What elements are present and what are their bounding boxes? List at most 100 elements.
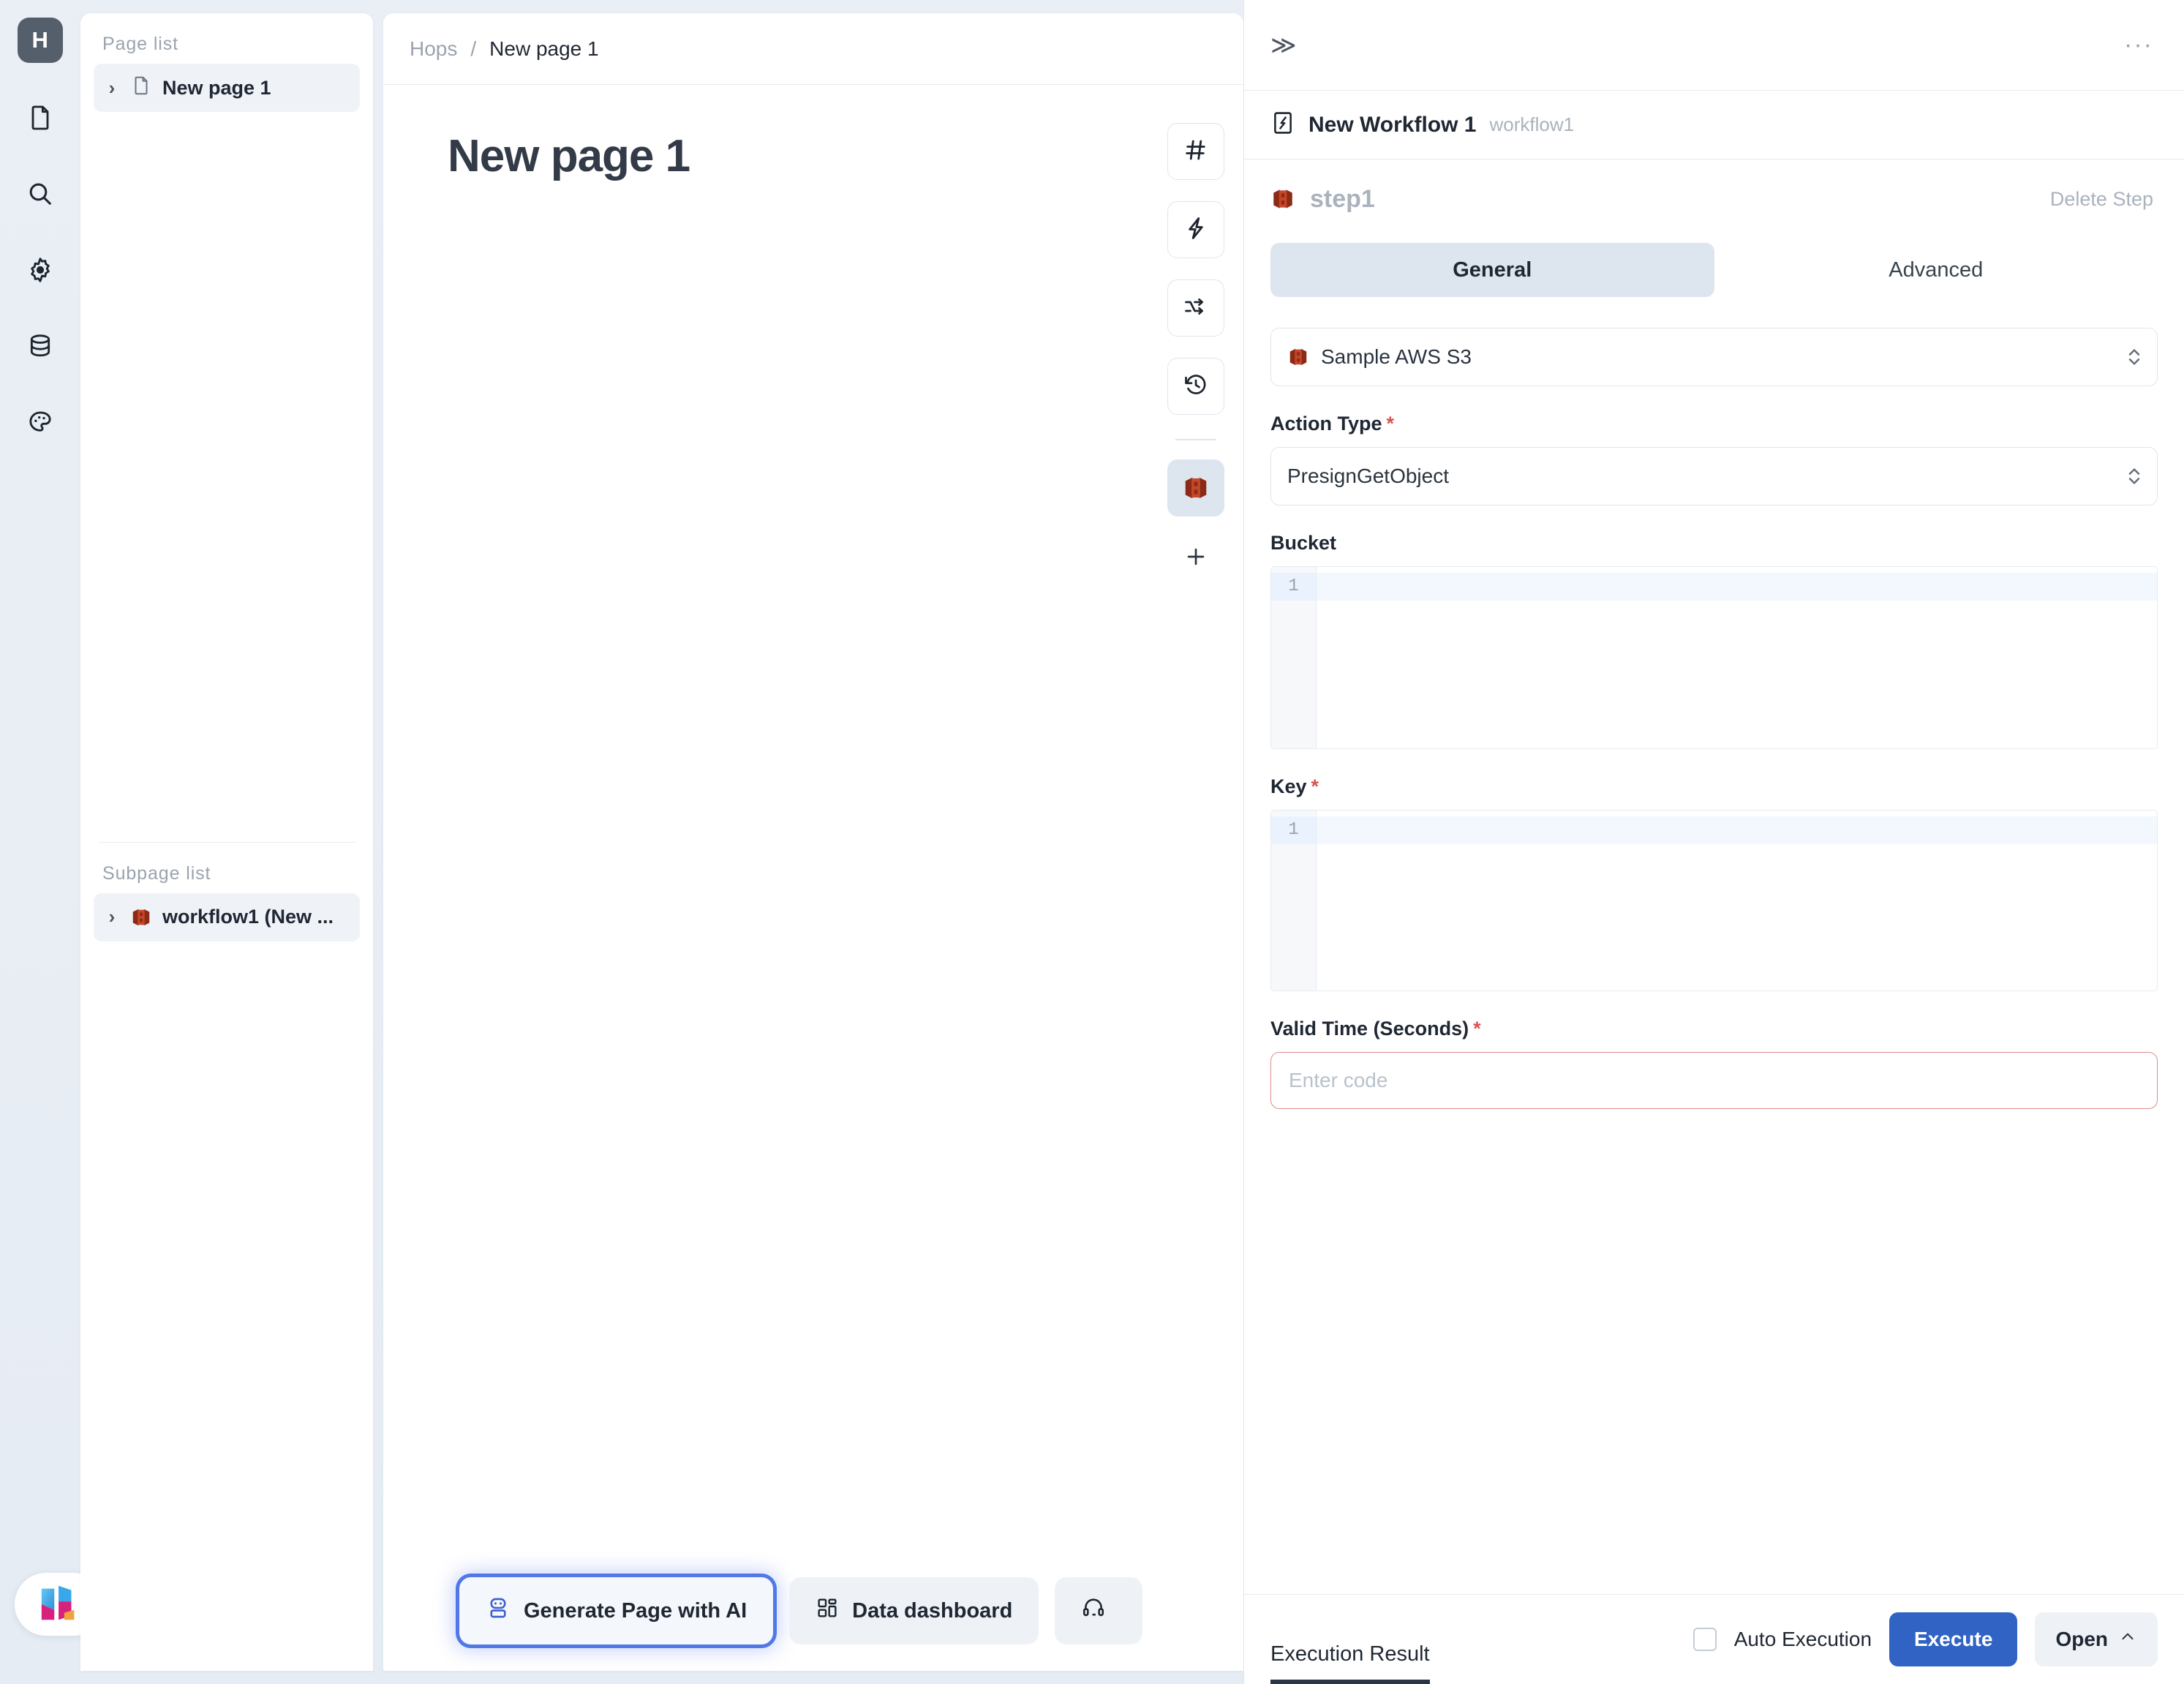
step-identity: step1 [1270, 185, 1375, 214]
open-button[interactable]: Open [2035, 1612, 2158, 1666]
hash-icon [1183, 137, 1209, 167]
app-logo-label: H [31, 27, 49, 53]
key-label-text: Key [1270, 775, 1307, 797]
tool-add-button[interactable] [1167, 538, 1224, 579]
auto-execution-label: Auto Execution [1733, 1628, 1872, 1650]
more-options-button[interactable]: ··· [2124, 32, 2153, 56]
required-asterisk: * [1473, 1018, 1481, 1040]
bucket-line-number: 1 [1271, 573, 1316, 601]
valid-time-input[interactable]: Enter code [1270, 1052, 2158, 1109]
bucket-code-editor[interactable]: 1 [1270, 566, 2158, 749]
generate-page-with-ai-label: Generate Page with AI [524, 1598, 748, 1623]
valid-time-label-text: Valid Time (Seconds) [1270, 1018, 1469, 1040]
left-icon-rail: H [0, 0, 80, 1684]
chevron-right-icon[interactable]: › [104, 906, 120, 928]
file-icon [130, 75, 152, 102]
subpage-list-item-workflow1[interactable]: › workflow1 (New ... [94, 892, 360, 941]
canvas-tool-strip [1167, 123, 1224, 579]
tool-hash-button[interactable] [1167, 123, 1224, 180]
gear-icon [26, 255, 55, 285]
action-type-value: PresignGetObject [1287, 465, 1449, 487]
step-name: step1 [1310, 184, 1375, 213]
auto-execution-checkbox[interactable] [1692, 1628, 1717, 1651]
bucket-label-text: Bucket [1270, 532, 1337, 554]
tool-flow-button[interactable] [1167, 279, 1224, 337]
collapse-panel-button[interactable]: ≫ [1270, 31, 1297, 60]
workflow-inspector-panel: ≫ ··· New Workflow 1 workflow1 step1 Del… [1243, 0, 2184, 1684]
bucket-gutter: 1 [1271, 567, 1317, 748]
chevron-right-icon[interactable]: › [104, 77, 120, 99]
bucket-code-area[interactable] [1317, 567, 2157, 748]
rail-item-settings[interactable] [16, 246, 64, 294]
tool-events-button[interactable] [1167, 201, 1224, 258]
inspector-tabs: General Advanced [1270, 243, 2158, 297]
key-line-number: 1 [1271, 816, 1316, 844]
key-gutter: 1 [1271, 811, 1317, 991]
page-title: New page 1 [448, 131, 690, 181]
page-list-item-new-page-1[interactable]: › New page 1 [94, 64, 360, 112]
center-panel: Hops / New page 1 New page 1 Generate Pa… [383, 13, 1243, 1671]
generate-page-with-ai-button[interactable]: Generate Page with AI [455, 1574, 777, 1648]
rail-item-pages[interactable] [16, 94, 64, 142]
workflow-header[interactable]: New Workflow 1 workflow1 [1244, 91, 2184, 159]
tab-general[interactable]: General [1270, 243, 1714, 297]
resource-select-value: Sample AWS S3 [1321, 345, 1472, 368]
action-type-label: Action Type * [1270, 413, 2158, 435]
execute-button[interactable]: Execute [1889, 1612, 2018, 1666]
rail-item-search[interactable] [16, 170, 64, 218]
open-label: Open [2055, 1628, 2108, 1650]
inspector-body: General Advanced Sample AWS S3 Action Ty… [1244, 238, 2184, 1594]
page-list-item-label: New page 1 [162, 76, 271, 99]
tab-general-label: General [1453, 258, 1532, 282]
app-logo-button[interactable]: H [18, 18, 63, 63]
action-type-select[interactable]: PresignGetObject [1270, 447, 2158, 505]
bucket-code-line-1[interactable] [1317, 573, 2157, 601]
breadcrumb: Hops / New page 1 [383, 13, 1243, 85]
key-code-line-1[interactable] [1317, 816, 2157, 844]
required-asterisk: * [1311, 775, 1319, 797]
tab-advanced[interactable]: Advanced [1714, 243, 2158, 297]
subpage-list-spacer [80, 941, 373, 1672]
aws-s3-icon [1182, 474, 1210, 502]
valid-time-label: Valid Time (Seconds) * [1270, 1018, 2158, 1040]
key-label: Key * [1270, 775, 2158, 798]
tool-strip-divider [1175, 439, 1216, 440]
aws-s3-icon [1287, 346, 1309, 368]
support-button[interactable] [1055, 1577, 1143, 1644]
step-header: step1 Delete Step [1244, 159, 2184, 238]
key-code-editor[interactable]: 1 [1270, 810, 2158, 991]
tab-advanced-label: Advanced [1889, 258, 1984, 282]
workflow-id: workflow1 [1489, 113, 1575, 135]
app-root: H Page list › New page 1 Subpage list › … [0, 0, 2184, 1684]
delete-step-button[interactable]: Delete Step [2050, 188, 2153, 211]
chevron-updown-icon [2126, 464, 2142, 489]
execution-result-tab[interactable]: Execution Result [1270, 1642, 1430, 1684]
breadcrumb-root[interactable]: Hops [410, 37, 457, 61]
aws-s3-icon [1270, 187, 1295, 211]
lightning-icon [1183, 215, 1209, 245]
document-icon [26, 103, 55, 132]
dashboard-icon [816, 1596, 839, 1625]
hops-logo-icon [37, 1580, 83, 1629]
execution-footer: Execution Result Auto Execution Execute … [1244, 1595, 2184, 1684]
tool-workflow1-button[interactable] [1167, 459, 1224, 516]
data-dashboard-button[interactable]: Data dashboard [789, 1577, 1039, 1644]
search-icon [26, 179, 55, 208]
shuffle-icon [1183, 293, 1209, 323]
rail-item-theme[interactable] [16, 398, 64, 446]
key-code-area[interactable] [1317, 811, 2157, 991]
history-icon [1183, 372, 1209, 402]
action-type-label-text: Action Type [1270, 413, 1382, 435]
execution-footer-wrapper: Execution Result Auto Execution Execute … [1244, 1594, 2184, 1684]
data-dashboard-label: Data dashboard [852, 1598, 1013, 1623]
resource-select[interactable]: Sample AWS S3 [1270, 328, 2158, 386]
page-canvas: New page 1 Generate Page with AI Data da… [383, 85, 1243, 1671]
execute-label: Execute [1914, 1628, 1993, 1650]
inspector-header: ≫ ··· [1244, 0, 2184, 91]
chevron-updown-icon [2126, 345, 2142, 369]
tool-history-button[interactable] [1167, 358, 1224, 415]
rail-item-resources[interactable] [16, 322, 64, 370]
canvas-bottom-toolbar: Generate Page with AI Data dashboard [455, 1574, 1143, 1648]
support-headset-icon [1081, 1595, 1106, 1626]
aws-s3-icon [130, 906, 152, 928]
